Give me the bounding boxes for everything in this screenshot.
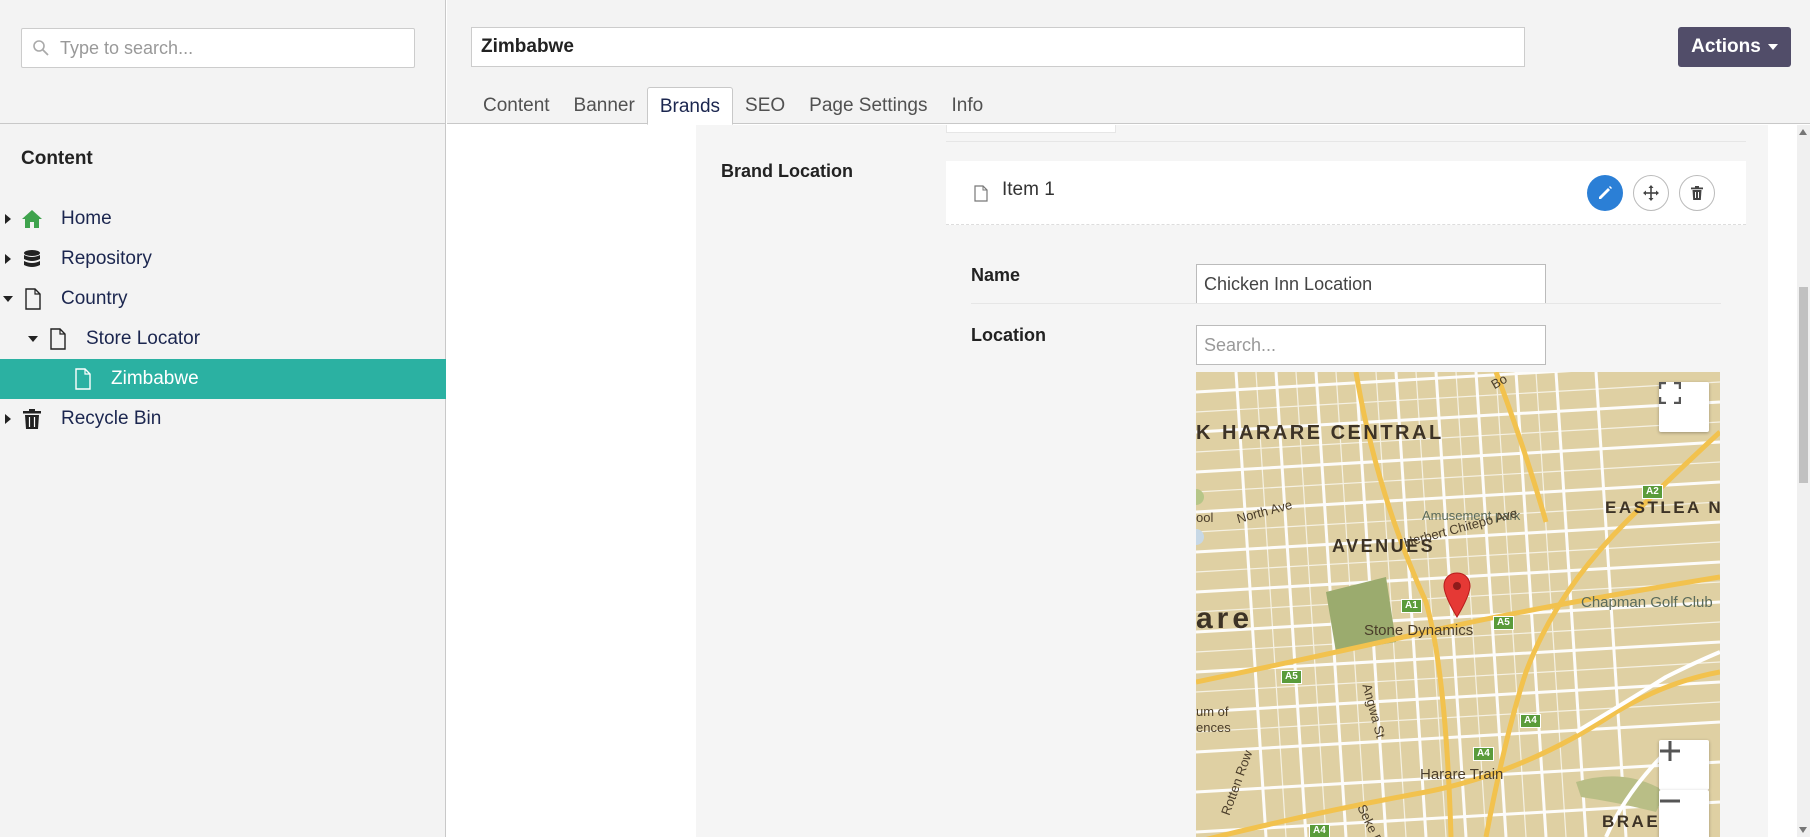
zoom-out-button[interactable] — [1659, 790, 1709, 837]
tree-item-repository[interactable]: Repository — [0, 239, 446, 279]
road-shield: A2 — [1642, 485, 1663, 499]
tree-item-home[interactable]: Home — [0, 199, 446, 239]
previous-field-fragment — [946, 125, 1116, 133]
tab-page-settings[interactable]: Page Settings — [797, 87, 939, 125]
fullscreen-icon — [1659, 382, 1681, 404]
actions-button[interactable]: Actions — [1678, 27, 1791, 67]
fullscreen-button[interactable] — [1659, 382, 1709, 432]
map-label: um of — [1196, 704, 1229, 719]
document-icon — [50, 328, 66, 350]
document-icon — [974, 185, 988, 202]
scrollbar-thumb[interactable] — [1799, 287, 1808, 483]
minus-icon — [1660, 799, 1680, 803]
tab-content[interactable]: Content — [471, 87, 562, 125]
road-shield: A5 — [1493, 616, 1514, 630]
divider — [971, 303, 1721, 304]
map-label: EASTLEA N — [1605, 498, 1720, 517]
road-shield: A4 — [1473, 747, 1494, 761]
tree-item-label: Home — [61, 208, 112, 229]
tree-item-label: Store Locator — [86, 328, 201, 349]
road-shield: A5 — [1281, 670, 1302, 684]
tree-item-label: Recycle Bin — [61, 408, 162, 429]
name-label: Name — [971, 265, 1021, 285]
location-label: Location — [971, 325, 1046, 345]
move-icon — [1643, 185, 1659, 201]
map-label: HARARE CENTRAL — [1222, 422, 1444, 444]
map-label: ences — [1196, 720, 1231, 735]
pencil-icon — [1599, 186, 1612, 199]
expand-caret-icon[interactable] — [5, 254, 11, 264]
location-search-input[interactable]: Search... — [1196, 325, 1546, 365]
name-input[interactable]: Chicken Inn Location — [1196, 264, 1546, 304]
plus-icon — [1660, 741, 1680, 761]
tab-seo[interactable]: SEO — [733, 87, 797, 125]
tree-item-label: Zimbabwe — [111, 368, 199, 389]
sidebar: Content Home Repository Country Store Lo… — [0, 0, 446, 837]
tree-item-store-locator[interactable]: Store Locator — [0, 319, 446, 359]
tree-item-label: Country — [61, 288, 128, 309]
map-label: Chapman Golf Club — [1581, 594, 1713, 611]
road-shield: A1 — [1401, 599, 1422, 613]
tree-item-country[interactable]: Country — [0, 279, 446, 319]
search-input[interactable] — [58, 36, 398, 60]
tree-search[interactable] — [21, 28, 415, 68]
document-icon — [75, 368, 91, 390]
content-tree: Home Repository Country Store Locator Zi… — [0, 199, 446, 439]
tab-info[interactable]: Info — [939, 87, 995, 125]
tab-banner[interactable]: Banner — [562, 87, 647, 125]
tree-item-zimbabwe[interactable]: Zimbabwe — [0, 359, 446, 399]
trash-icon — [1691, 186, 1703, 200]
editor-area: Brand Location Item 1 Name Chicken Inn L… — [447, 125, 1797, 837]
brand-location-label: Brand Location — [721, 161, 854, 181]
actions-label: Actions — [1691, 36, 1761, 57]
divider — [946, 141, 1746, 142]
road-shield: A4 — [1520, 714, 1541, 728]
nested-item-row[interactable]: Item 1 — [946, 161, 1746, 225]
tree-item-label: Repository — [61, 248, 152, 269]
collapse-caret-icon[interactable] — [28, 336, 38, 342]
move-item-button[interactable] — [1633, 175, 1669, 211]
search-icon — [33, 40, 49, 56]
scroll-down-icon[interactable] — [1799, 827, 1807, 833]
road-shield: A4 — [1309, 824, 1330, 837]
collapse-caret-icon[interactable] — [3, 296, 13, 302]
map-pin-icon[interactable] — [1442, 572, 1472, 618]
map-label: Harare Train — [1420, 766, 1504, 783]
sidebar-header — [0, 0, 445, 124]
database-icon — [24, 250, 40, 267]
edit-item-button[interactable] — [1587, 175, 1623, 211]
trash-icon — [23, 409, 41, 429]
item-label: Item 1 — [1002, 179, 1055, 200]
chevron-down-icon — [1767, 44, 1778, 50]
zoom-in-button[interactable] — [1659, 740, 1709, 790]
location-map[interactable]: K HARARE CENTRAL Bo North Ave ool Amusem… — [1196, 372, 1720, 837]
document-icon — [25, 288, 41, 310]
tab-bar: Content Banner Brands SEO Page Settings … — [471, 87, 995, 125]
editor-scrollbar[interactable] — [1797, 125, 1810, 837]
home-icon — [22, 210, 42, 228]
tab-brands[interactable]: Brands — [646, 87, 734, 125]
editor-header: Zimbabwe Actions Content Banner Brands S… — [447, 0, 1810, 125]
expand-caret-icon[interactable] — [5, 214, 11, 224]
scroll-up-icon[interactable] — [1799, 129, 1807, 135]
tree-title: Content — [21, 148, 93, 169]
tree-item-recycle-bin[interactable]: Recycle Bin — [0, 399, 446, 439]
delete-item-button[interactable] — [1679, 175, 1715, 211]
page-title-input[interactable]: Zimbabwe — [471, 27, 1525, 67]
map-label: Stone Dynamics — [1364, 622, 1474, 639]
map-label: are — [1196, 602, 1254, 635]
map-label: ool — [1196, 510, 1214, 525]
expand-caret-icon[interactable] — [5, 414, 11, 424]
map-label: K — [1196, 422, 1213, 444]
